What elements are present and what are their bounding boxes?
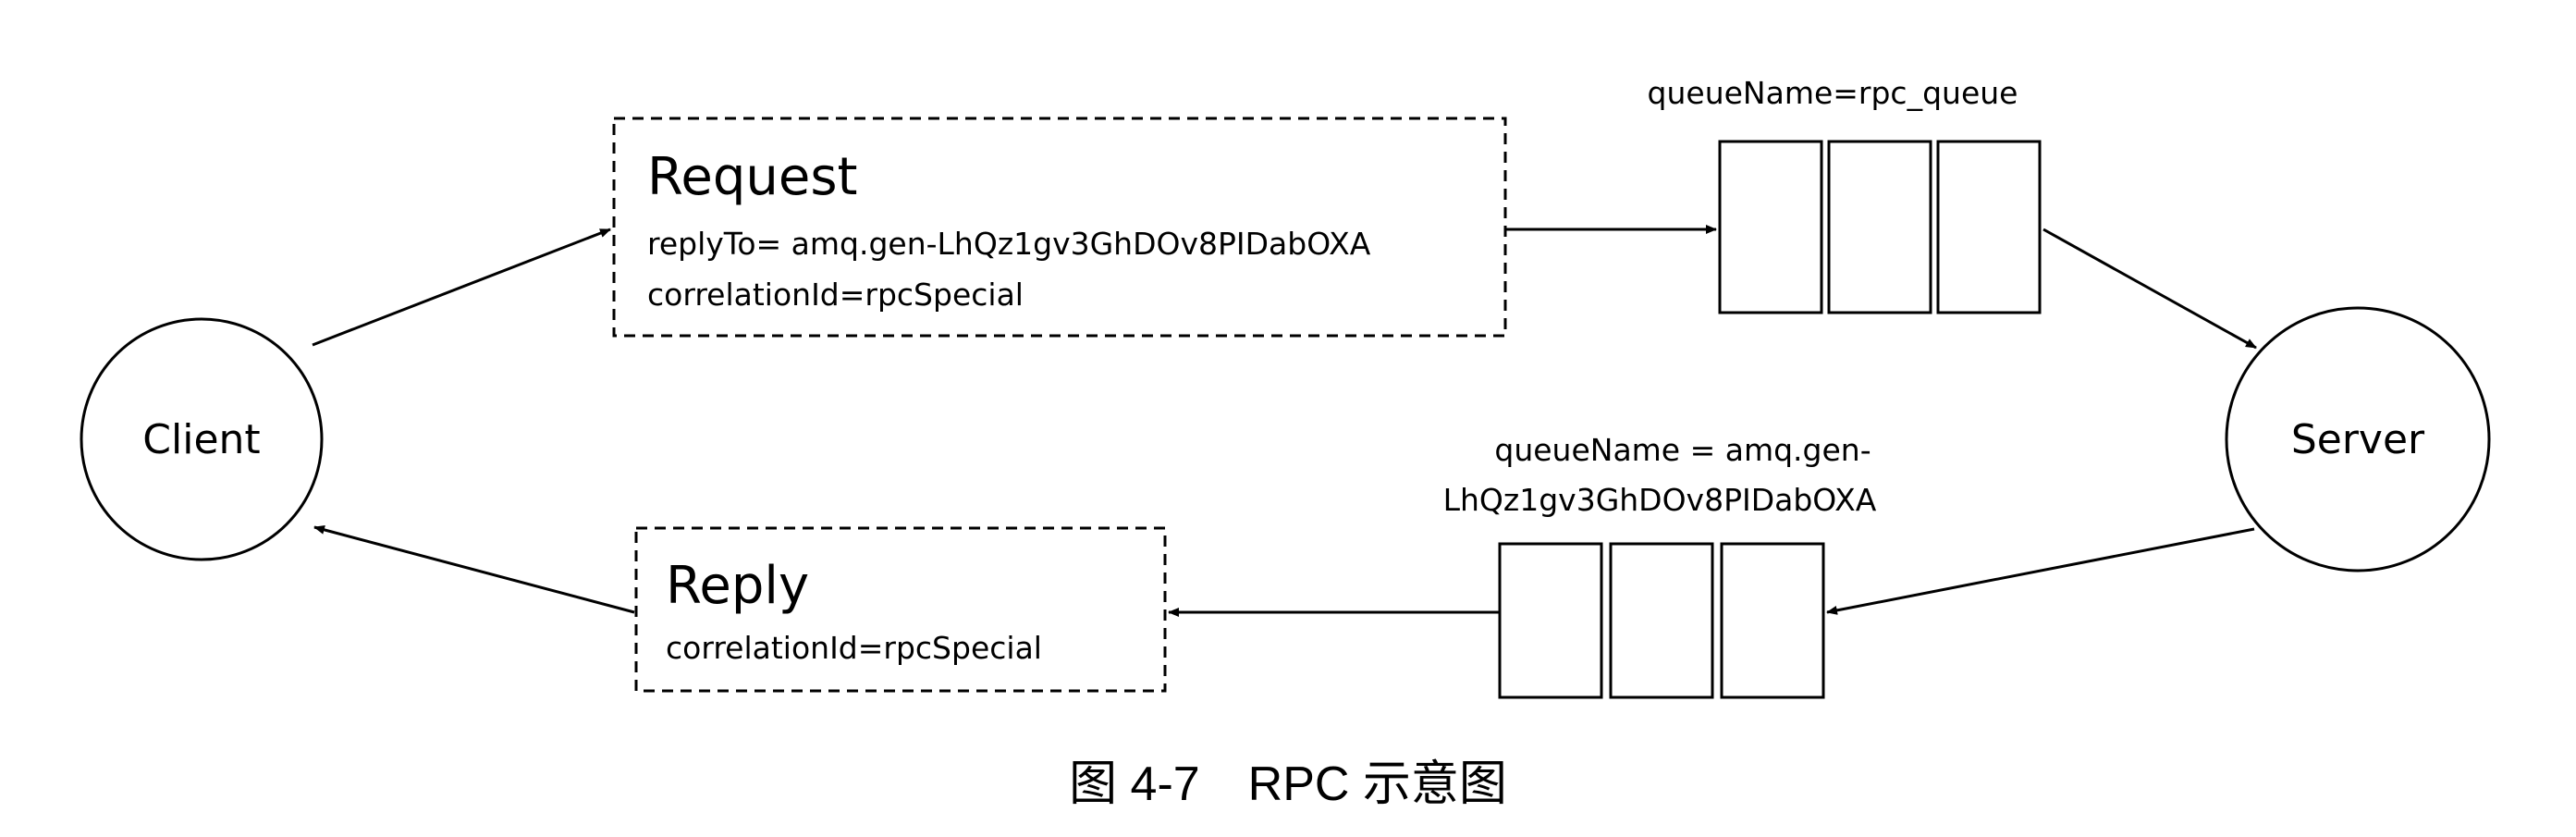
figure-caption: 图 4-7 RPC 示意图 bbox=[1069, 757, 1507, 811]
reply-queue-slot bbox=[1498, 542, 1603, 699]
request-title: Request bbox=[647, 147, 857, 207]
rpc-diagram: Client Server Request replyTo= amq.gen-L… bbox=[80, 75, 2491, 811]
reply-title: Reply bbox=[666, 556, 809, 616]
client-label: Client bbox=[142, 416, 260, 463]
reply-queue-slot bbox=[1609, 542, 1714, 699]
arrow-client-to-request bbox=[312, 228, 611, 347]
request-reply-to: replyTo= amq.gen-LhQz1gv3GhDOv8PIDabOXA bbox=[647, 226, 1371, 262]
rpc-queue-label: queueName=rpc_queue bbox=[1648, 75, 2018, 111]
rpc-queue-slot bbox=[1827, 140, 1932, 314]
rpc-queue bbox=[1718, 140, 2042, 314]
reply-queue-label-line2: LhQz1gv3GhDOv8PIDabOXA bbox=[1443, 482, 1877, 518]
server-label: Server bbox=[2291, 416, 2425, 463]
reply-queue bbox=[1498, 542, 1825, 699]
reply-correlation-id: correlationId=rpcSpecial bbox=[666, 630, 1042, 666]
arrow-reply-to-client bbox=[313, 524, 635, 614]
arrow-server-to-reply-queue bbox=[1826, 527, 2255, 615]
rpc-queue-slot bbox=[1936, 140, 2042, 314]
request-correlation-id: correlationId=rpcSpecial bbox=[647, 277, 1024, 313]
arrow-rpc-queue-to-server bbox=[2042, 228, 2257, 350]
reply-queue-label-line1: queueName = amq.gen- bbox=[1494, 432, 1871, 468]
rpc-queue-slot bbox=[1718, 140, 1823, 314]
reply-queue-slot bbox=[1720, 542, 1825, 699]
